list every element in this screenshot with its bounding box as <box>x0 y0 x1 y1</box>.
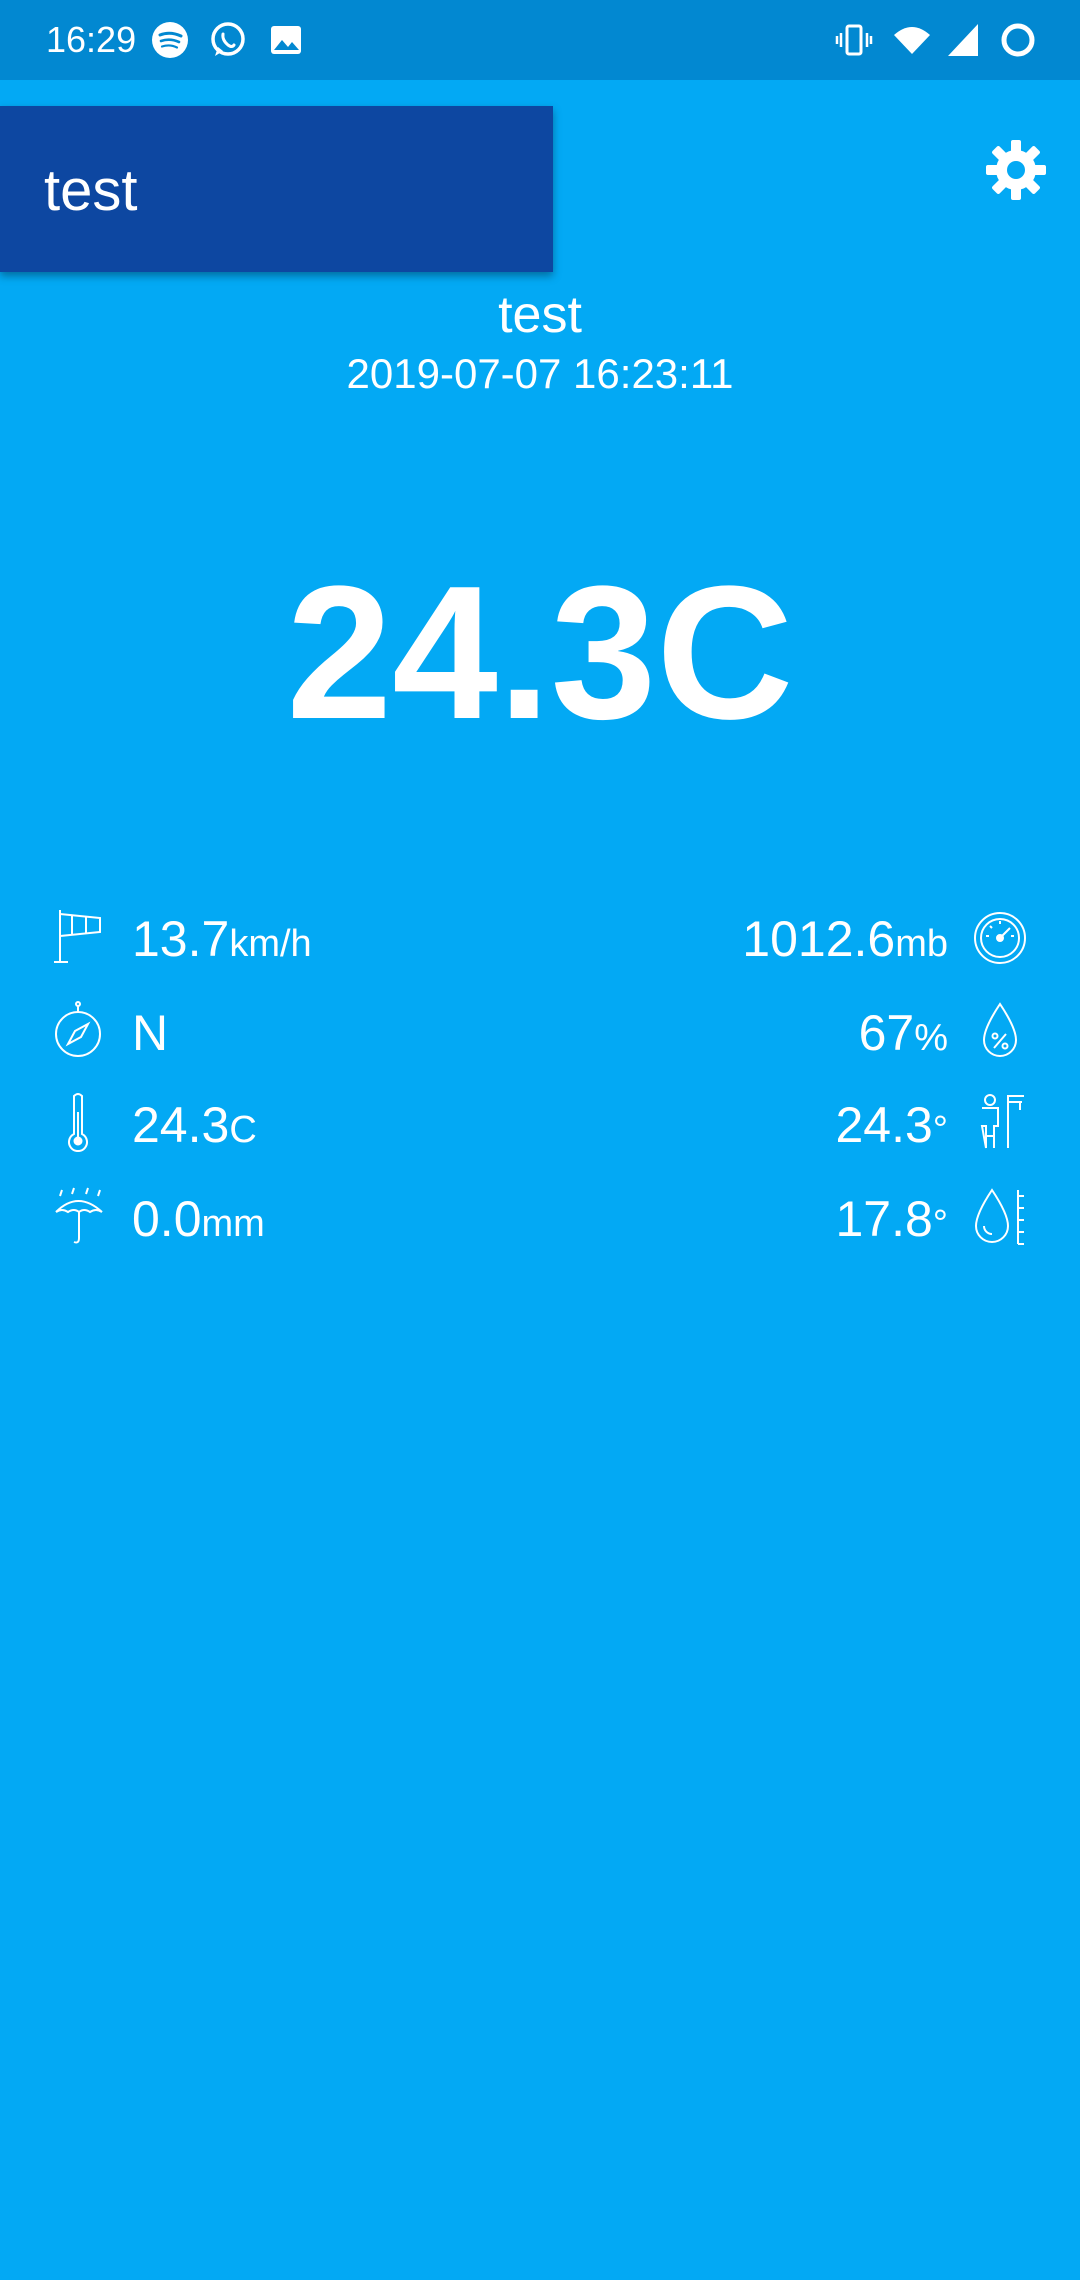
station-selector[interactable]: test <box>0 106 553 272</box>
wind-speed-value: 13.7 <box>132 911 230 967</box>
wind-speed-reading: 13.7km/h <box>52 906 532 970</box>
humidity-unit: % <box>914 1017 948 1059</box>
feels-like-value: 24.3 <box>835 1097 933 1153</box>
temperature-unit: C <box>229 1109 257 1151</box>
humidity-value: 67 <box>858 1005 915 1061</box>
whatsapp-icon <box>208 20 248 60</box>
rain-value: 0.0 <box>132 1191 202 1247</box>
wifi-icon <box>892 20 932 60</box>
feels-like-icon <box>972 1092 1028 1152</box>
rain-reading: 0.0mm <box>52 1186 532 1250</box>
cell-signal-icon <box>944 20 984 60</box>
gear-icon <box>984 138 1048 202</box>
compass-icon <box>52 1000 108 1060</box>
barometer-icon <box>972 906 1028 966</box>
feels-like-reading: 24.3° <box>548 1092 1028 1156</box>
wind-direction-reading: N <box>52 1000 532 1064</box>
dew-point-icon <box>972 1186 1028 1246</box>
gallery-icon <box>266 20 306 60</box>
temperature-value: 24.3 <box>132 1097 230 1153</box>
station-timestamp: 2019-07-07 16:23:11 <box>346 350 734 397</box>
vibrate-icon <box>834 20 874 60</box>
dew-point-unit: ° <box>932 1203 948 1245</box>
main-temperature: 24.3C <box>286 547 794 759</box>
battery-icon <box>998 20 1038 60</box>
dew-point-reading: 17.8° <box>548 1186 1028 1250</box>
feels-like-unit: ° <box>932 1109 948 1151</box>
humidity-drop-icon <box>972 1000 1028 1060</box>
station-selector-label: test <box>44 158 138 223</box>
windsock-icon <box>52 906 108 966</box>
status-bar: 16:29 <box>0 0 1080 80</box>
dew-point-value: 17.8 <box>835 1191 933 1247</box>
spotify-icon <box>150 20 190 60</box>
rain-unit: mm <box>201 1203 265 1245</box>
humidity-reading: 67% <box>548 1000 1028 1064</box>
settings-button[interactable] <box>984 138 1048 202</box>
temperature-reading: 24.3C <box>52 1092 532 1156</box>
pressure-reading: 1012.6mb <box>548 906 1028 970</box>
wind-speed-unit: km/h <box>229 923 312 965</box>
pressure-value: 1012.6 <box>742 911 896 967</box>
pressure-unit: mb <box>895 923 948 965</box>
wind-direction-value: N <box>132 1005 169 1061</box>
thermometer-icon <box>52 1092 108 1152</box>
station-name: test <box>498 286 582 344</box>
umbrella-rain-icon <box>52 1186 108 1246</box>
status-time: 16:29 <box>46 19 137 60</box>
